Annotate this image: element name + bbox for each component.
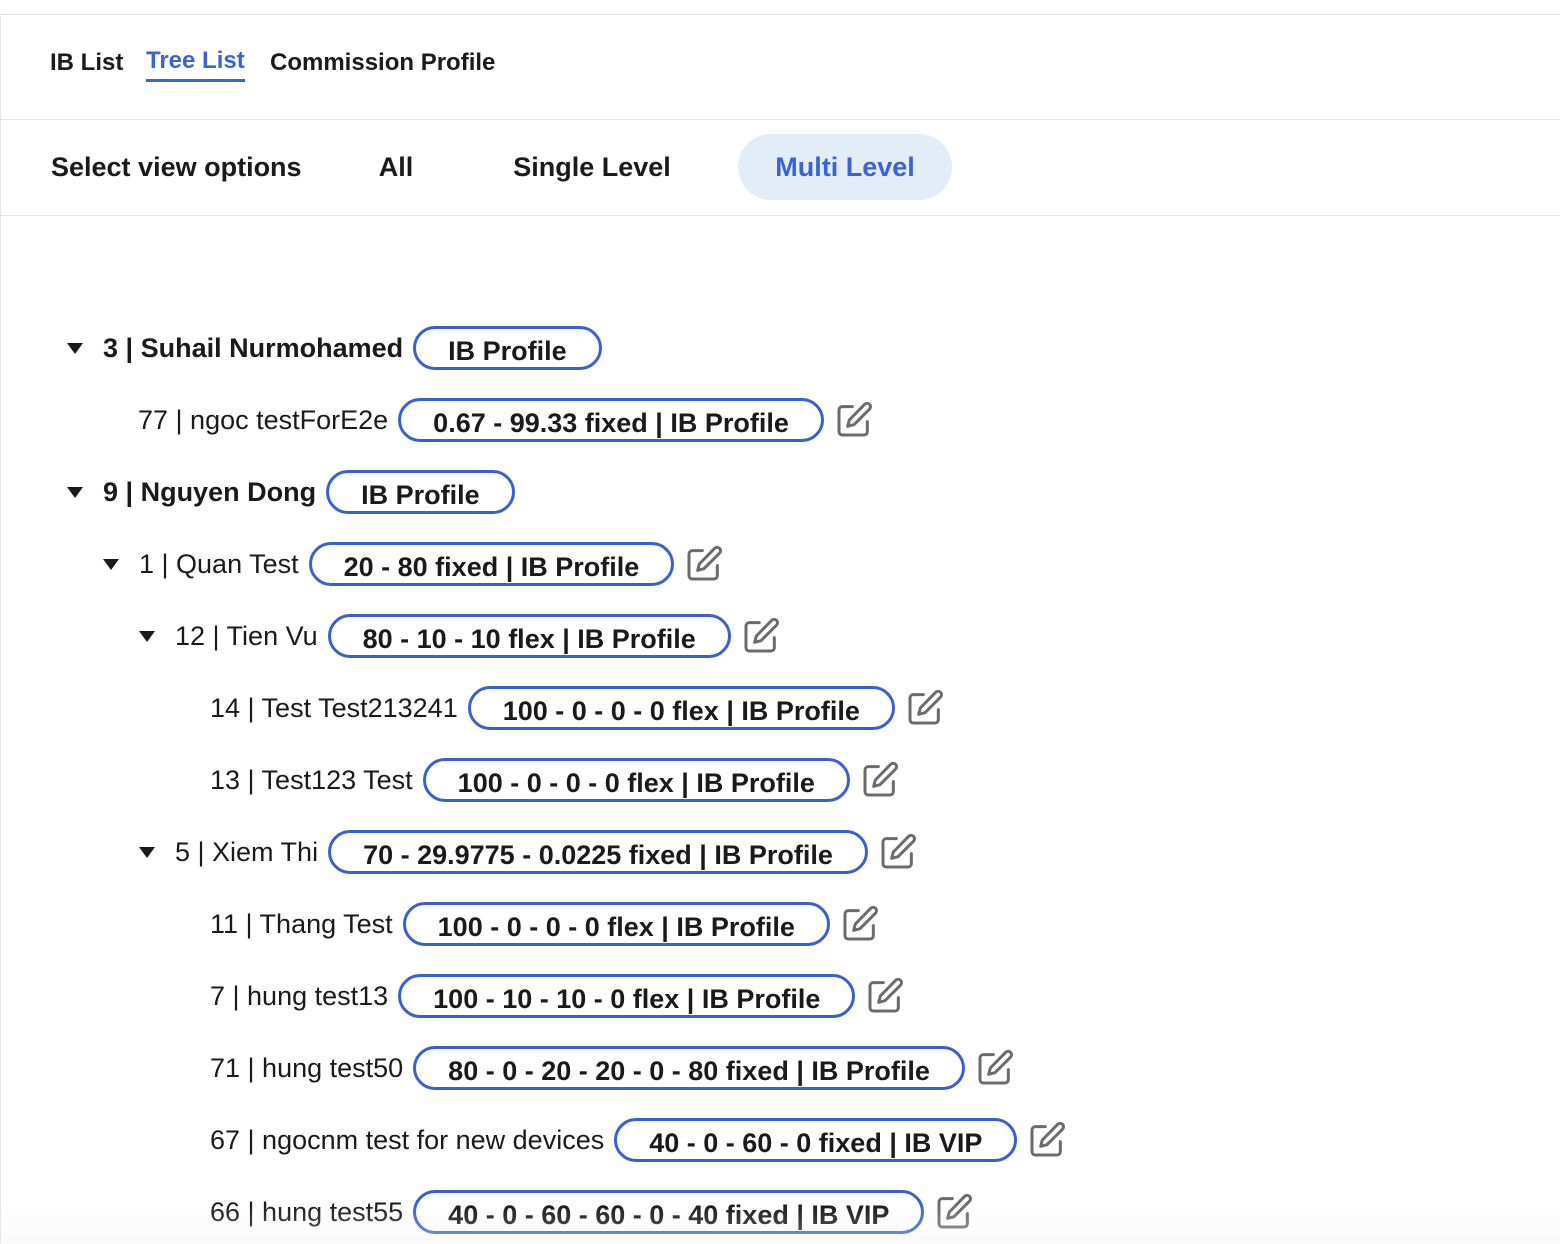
node-label: 12 | Tien Vu: [175, 620, 318, 651]
node-label: 71 | hung test50: [210, 1052, 404, 1083]
profile-pill[interactable]: IB Profile: [326, 470, 515, 514]
profile-pill[interactable]: 40 - 0 - 60 - 0 fixed | IB VIP: [614, 1118, 1018, 1162]
tree-node: 7 | hung test13 100 - 10 - 10 - 0 flex |…: [210, 971, 905, 1021]
node-label: 13 | Test123 Test: [210, 764, 413, 795]
edit-icon[interactable]: [741, 616, 781, 656]
tree-node: 5 | Xiem Thi 70 - 29.9775 - 0.0225 fixed…: [139, 827, 918, 877]
caret-down-icon[interactable]: [67, 342, 83, 354]
tree-node: 11 | Thang Test 100 - 0 - 0 - 0 flex | I…: [210, 899, 880, 949]
node-label: 3 | Suhail Nurmohamed: [103, 332, 404, 363]
tab-ib-list[interactable]: IB List: [50, 49, 123, 77]
node-label: 67 | ngocnm test for new devices: [210, 1124, 605, 1155]
tab-tree-list[interactable]: Tree List: [146, 47, 245, 82]
tab-commission-profile[interactable]: Commission Profile: [270, 49, 495, 77]
tree-node: 77 | ngoc testForE2e 0.67 - 99.33 fixed …: [138, 395, 874, 445]
profile-pill[interactable]: 0.67 - 99.33 fixed | IB Profile: [398, 398, 824, 442]
node-label: 14 | Test Test213241: [210, 692, 458, 723]
node-label: 66 | hung test55: [210, 1196, 404, 1227]
edit-icon[interactable]: [684, 544, 724, 584]
tree-node: 66 | hung test55 40 - 0 - 60 - 60 - 0 - …: [210, 1187, 974, 1237]
caret-down-icon[interactable]: [139, 846, 155, 858]
node-label: 11 | Thang Test: [210, 908, 393, 939]
tree-node: 14 | Test Test213241 100 - 0 - 0 - 0 fle…: [210, 683, 945, 733]
profile-pill[interactable]: 40 - 0 - 60 - 60 - 0 - 40 fixed | IB VIP: [413, 1190, 925, 1234]
node-label: 9 | Nguyen Dong: [103, 476, 317, 507]
edit-icon[interactable]: [840, 904, 880, 944]
node-label: 7 | hung test13: [210, 980, 389, 1011]
profile-pill[interactable]: 70 - 29.9775 - 0.0225 fixed | IB Profile: [328, 830, 868, 874]
profile-pill[interactable]: 80 - 10 - 10 flex | IB Profile: [327, 614, 731, 658]
view-option-multi-level[interactable]: Multi Level: [738, 134, 952, 200]
edit-icon[interactable]: [975, 1048, 1015, 1088]
profile-pill[interactable]: 100 - 0 - 0 - 0 flex | IB Profile: [402, 902, 830, 946]
tree-node: 1 | Quan Test 20 - 80 fixed | IB Profile: [103, 539, 724, 589]
profile-pill[interactable]: IB Profile: [413, 326, 602, 370]
profile-pill[interactable]: 20 - 80 fixed | IB Profile: [308, 542, 675, 586]
edit-icon[interactable]: [1027, 1120, 1067, 1160]
tree-node: 12 | Tien Vu 80 - 10 - 10 flex | IB Prof…: [139, 611, 781, 661]
view-options-bar: Select view options All Single Level Mul…: [0, 120, 1560, 216]
tree-node: 67 | ngocnm test for new devices 40 - 0 …: [210, 1115, 1067, 1165]
edit-icon[interactable]: [905, 688, 945, 728]
caret-down-icon[interactable]: [67, 486, 83, 498]
tree-node: 71 | hung test50 80 - 0 - 20 - 20 - 0 - …: [210, 1043, 1015, 1093]
view-options-label: Select view options: [51, 152, 302, 182]
caret-down-icon[interactable]: [139, 630, 155, 642]
edit-icon[interactable]: [878, 832, 918, 872]
ib-tree: 3 | Suhail Nurmohamed IB Profile 77 | ng…: [0, 216, 1560, 1244]
view-option-all[interactable]: All: [350, 134, 442, 200]
edit-icon[interactable]: [834, 400, 874, 440]
profile-pill[interactable]: 100 - 10 - 10 - 0 flex | IB Profile: [398, 974, 856, 1018]
node-label: 77 | ngoc testForE2e: [138, 404, 389, 435]
edit-icon[interactable]: [865, 976, 905, 1016]
edit-icon[interactable]: [934, 1192, 974, 1232]
tree-node: 3 | Suhail Nurmohamed IB Profile: [67, 323, 602, 373]
profile-pill[interactable]: 100 - 0 - 0 - 0 flex | IB Profile: [467, 686, 895, 730]
node-label: 5 | Xiem Thi: [175, 836, 319, 867]
view-option-single-level[interactable]: Single Level: [484, 134, 700, 200]
tree-node: 13 | Test123 Test 100 - 0 - 0 - 0 flex |…: [210, 755, 900, 805]
profile-pill[interactable]: 100 - 0 - 0 - 0 flex | IB Profile: [422, 758, 850, 802]
node-label: 1 | Quan Test: [139, 548, 299, 579]
tree-node: 9 | Nguyen Dong IB Profile: [67, 467, 515, 517]
edit-icon[interactable]: [860, 760, 900, 800]
profile-pill[interactable]: 80 - 0 - 20 - 20 - 0 - 80 fixed | IB Pro…: [413, 1046, 965, 1090]
caret-down-icon[interactable]: [103, 558, 119, 570]
tab-bar: IB List Tree List Commission Profile: [0, 15, 1560, 120]
